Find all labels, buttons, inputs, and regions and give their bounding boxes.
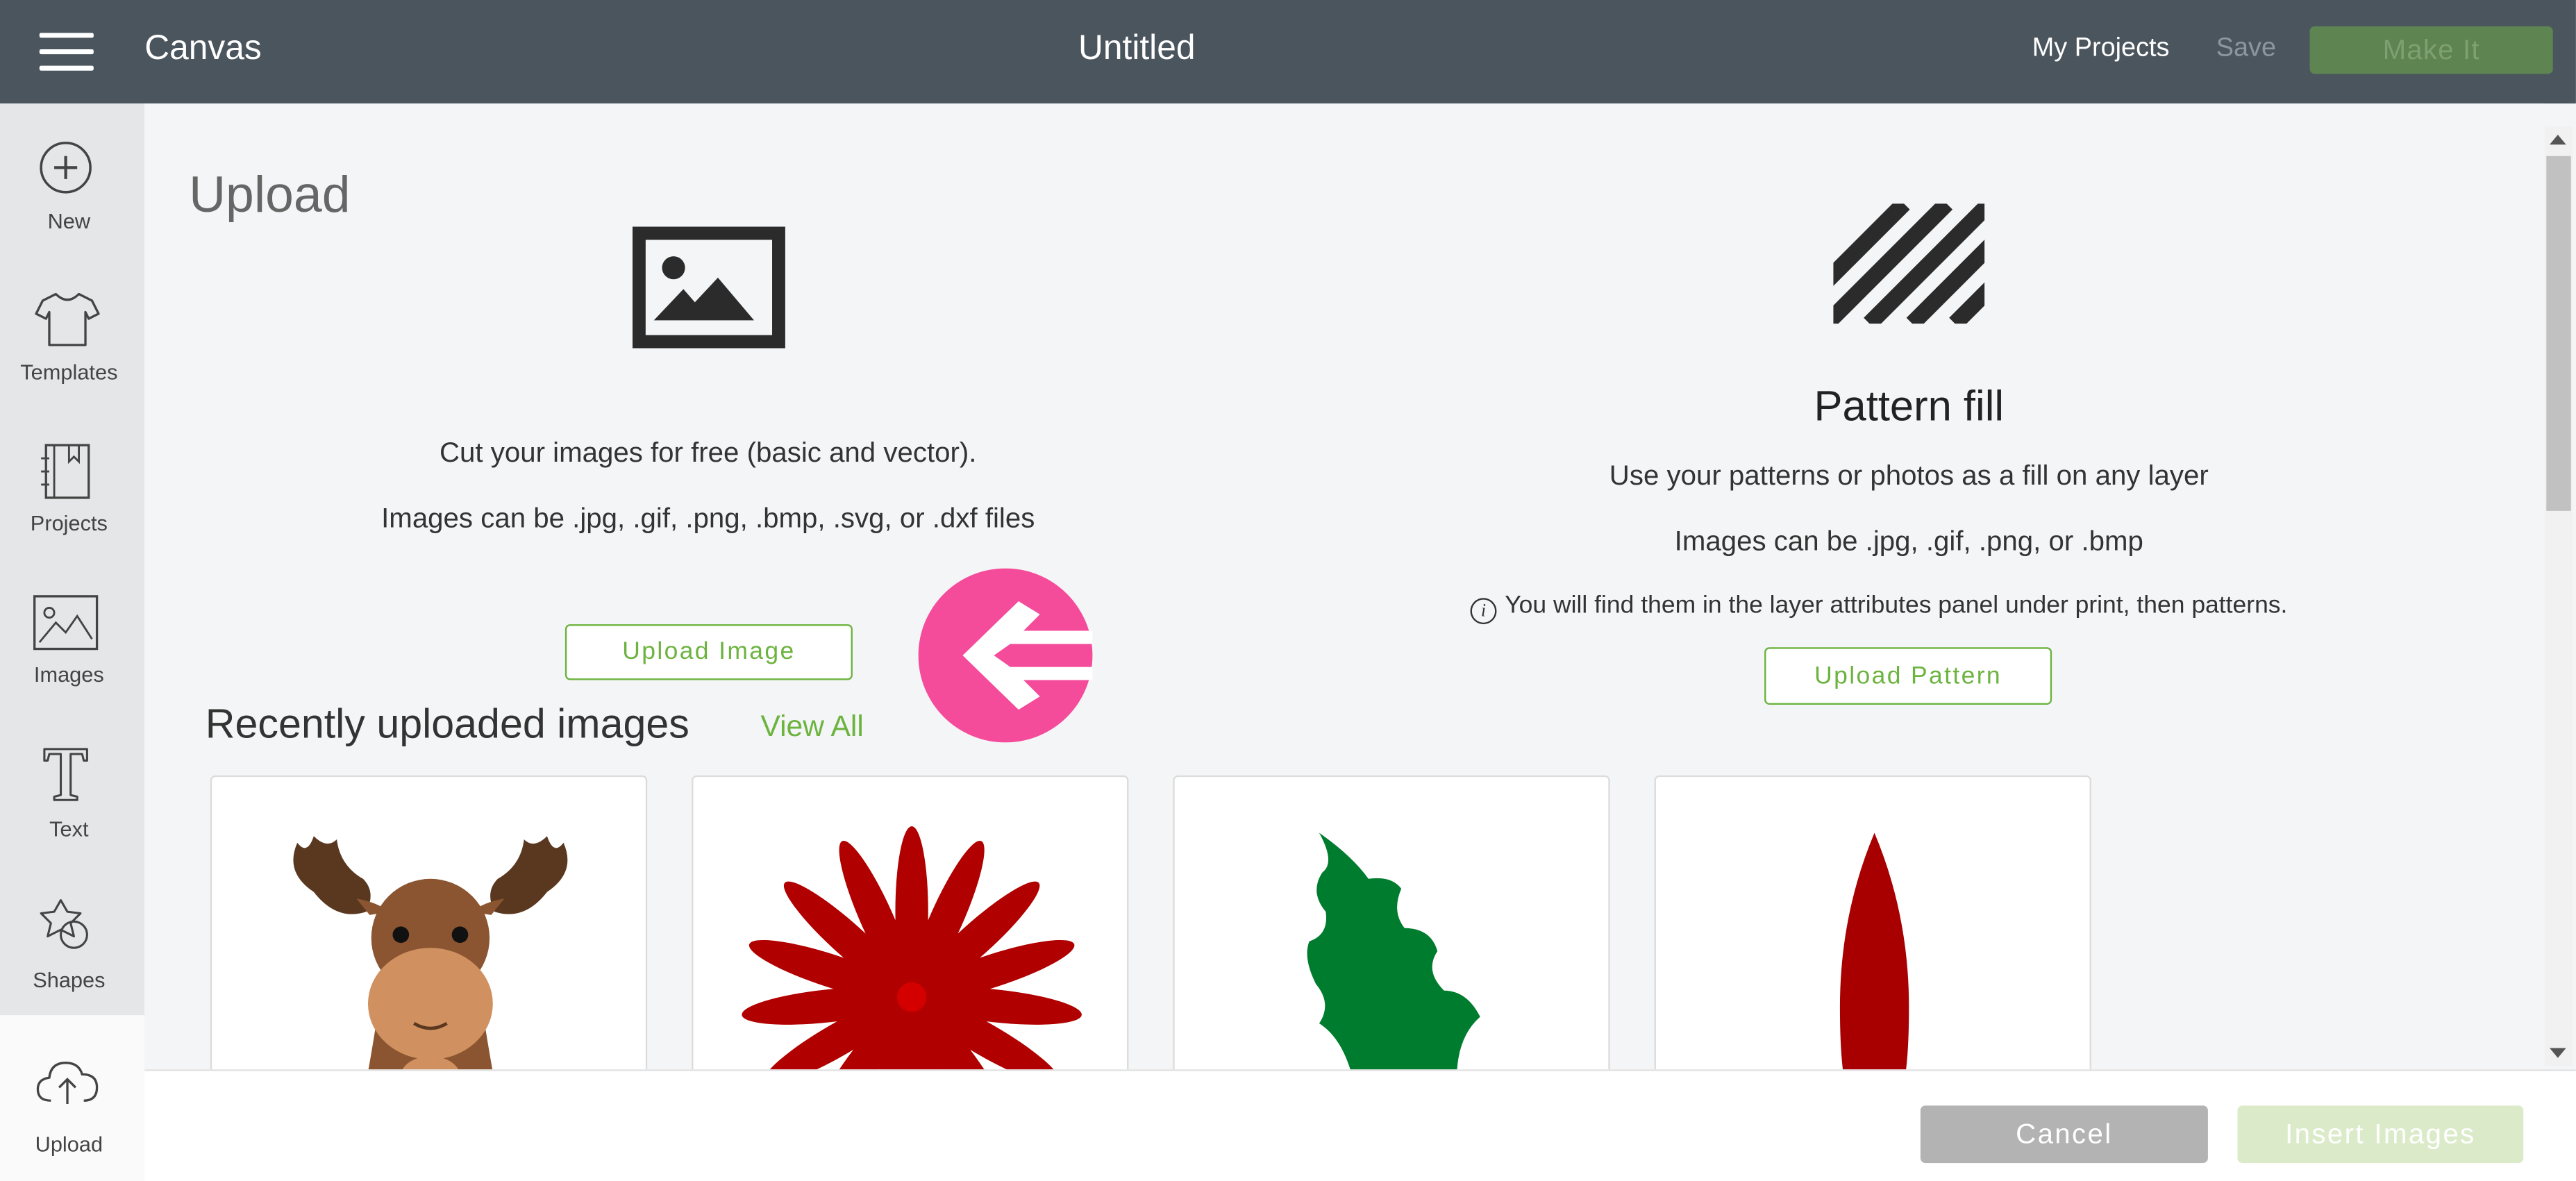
sidebar-label-templates: Templates <box>20 360 118 385</box>
sidebar-item-projects[interactable]: Projects <box>0 442 144 593</box>
image-icon <box>33 595 99 651</box>
shapes-icon <box>40 899 88 949</box>
pattern-info-text: You will find them in the layer attribut… <box>1505 591 2288 619</box>
sidebar-label-shapes: Shapes <box>33 967 106 993</box>
make-it-button[interactable]: Make It <box>2309 26 2553 74</box>
upload-image-description: Cut your images for free (basic and vect… <box>439 437 977 469</box>
sidebar-item-text[interactable]: Text <box>0 744 144 896</box>
sidebar-item-new[interactable]: New <box>0 140 144 291</box>
upload-screen: Canvas Untitled My Projects Save Make It… <box>0 0 2576 1181</box>
upload-pattern-button[interactable]: Upload Pattern <box>1764 647 2052 705</box>
sidebar-label-text: Text <box>49 816 89 841</box>
text-t-icon <box>43 748 88 801</box>
sidebar-item-upload[interactable]: Upload <box>0 1015 145 1181</box>
document-title[interactable]: Untitled <box>0 30 2274 69</box>
upload-image-icon <box>632 226 785 349</box>
holly-leaf-image <box>1307 832 1480 1089</box>
cloud-upload-icon <box>36 1062 99 1104</box>
thumbnail-red-petal[interactable] <box>1654 775 2091 1104</box>
thumbnail-poinsettia[interactable] <box>692 775 1129 1104</box>
top-bar: Canvas Untitled My Projects Save Make It <box>0 0 2576 104</box>
save-button[interactable]: Save <box>2216 35 2276 65</box>
sidebar-label-images: Images <box>33 662 104 687</box>
scroll-down-icon[interactable] <box>2550 1048 2566 1058</box>
thumbnail-holly-leaf[interactable] <box>1173 775 1610 1104</box>
bottom-action-bar <box>144 1069 2576 1181</box>
sidebar-item-templates[interactable]: Templates <box>0 291 144 442</box>
upload-image-button[interactable]: Upload Image <box>564 624 853 680</box>
pattern-fill-title: Pattern fill <box>1814 380 2005 430</box>
notebook-icon <box>41 444 90 499</box>
pattern-info-note: i You will find them in the layer attribu… <box>1470 591 2348 625</box>
scroll-thumb[interactable] <box>2546 156 2571 511</box>
left-sidebar: New Templates Projects Images Text Shape… <box>0 103 145 1181</box>
my-projects-link[interactable]: My Projects <box>2032 35 2170 65</box>
page-title: Upload <box>189 165 351 224</box>
pattern-fill-formats: Images can be .jpg, .gif, .png, or .bmp <box>1674 526 2143 558</box>
cancel-button[interactable]: Cancel <box>1920 1105 2208 1164</box>
back-arrow-icon[interactable] <box>918 568 1094 743</box>
poinsettia-image <box>742 826 1082 1103</box>
thumbnail-moose[interactable] <box>210 775 648 1104</box>
sidebar-label-upload: Upload <box>35 1132 103 1157</box>
plus-circle-icon <box>40 142 92 194</box>
sidebar-label-projects: Projects <box>30 510 108 536</box>
red-petal-image <box>1839 832 1909 1103</box>
info-icon: i <box>1470 598 1497 625</box>
scroll-up-icon[interactable] <box>2550 135 2566 145</box>
pattern-stripes-icon <box>1833 203 1985 324</box>
recent-uploads-heading: Recently uploaded images <box>205 701 689 748</box>
moose-image <box>293 836 568 1103</box>
pattern-fill-description: Use your patterns or photos as a fill on… <box>1609 460 2209 492</box>
insert-images-button[interactable]: Insert Images <box>2237 1105 2524 1164</box>
view-all-link[interactable]: View All <box>760 710 863 744</box>
sidebar-label-new: New <box>47 208 91 233</box>
sidebar-item-images[interactable]: Images <box>0 593 144 744</box>
vertical-scrollbar[interactable] <box>2544 126 2573 1066</box>
upload-image-formats: Images can be .jpg, .gif, .png, .bmp, .s… <box>381 502 1035 534</box>
t-shirt-icon <box>35 292 100 346</box>
